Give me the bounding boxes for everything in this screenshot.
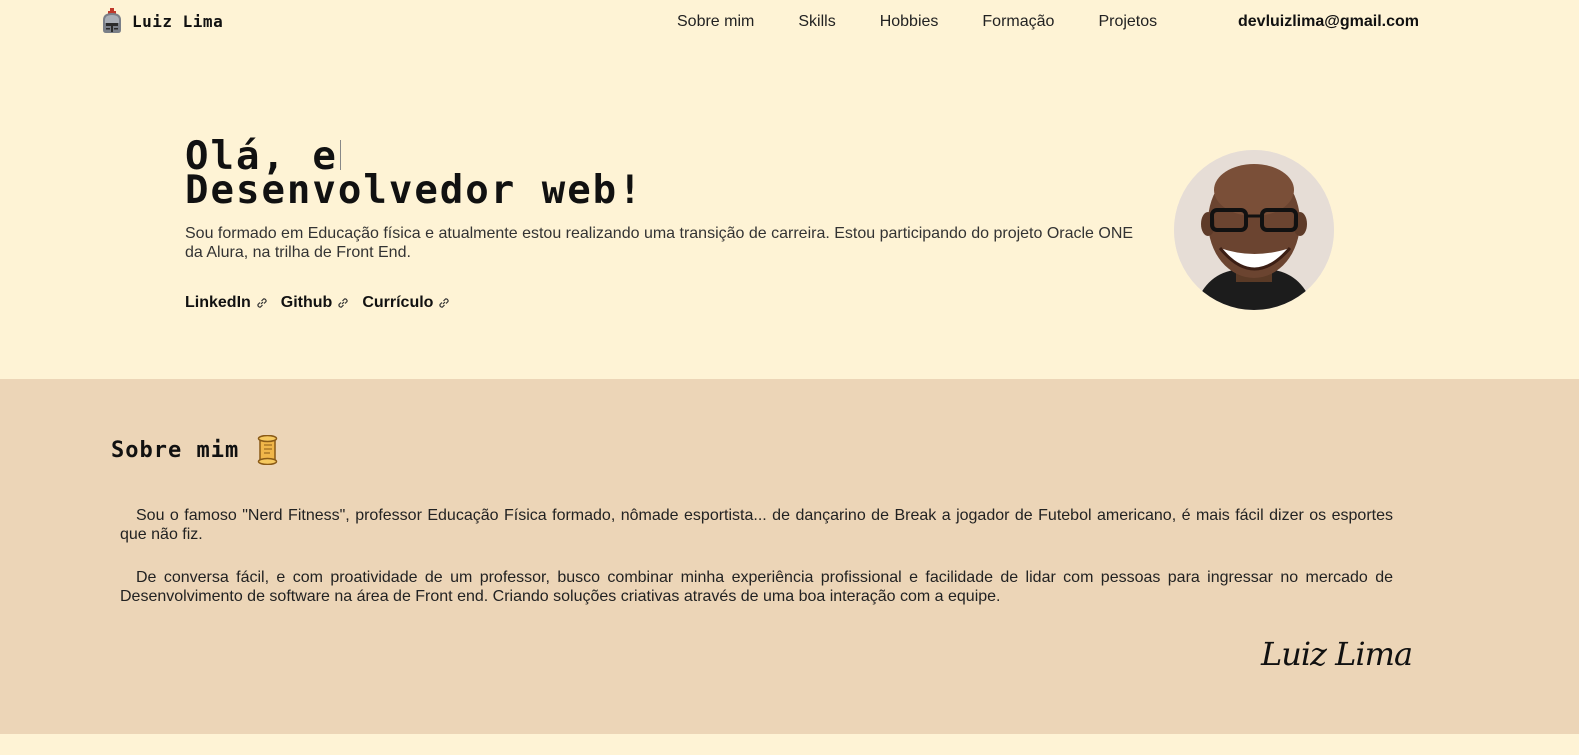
link-icon [338, 298, 348, 308]
nav-item-projetos[interactable]: Projetos [1098, 13, 1157, 31]
nav-item-hobbies[interactable]: Hobbies [880, 13, 939, 31]
curriculo-link[interactable]: Currículo [362, 294, 451, 312]
logo-text: Luiz Lima [132, 11, 224, 31]
nav-item-sobre-mim[interactable]: Sobre mim [677, 13, 754, 31]
social-links: LinkedIn Github Currículo [185, 294, 451, 312]
curriculo-label: Currículo [362, 294, 434, 311]
profile-photo-illustration [1174, 150, 1334, 310]
email-link[interactable]: devluizlima@gmail.com [1238, 13, 1419, 31]
about-heading: Sobre mim [111, 435, 281, 465]
about-title: Sobre mim [111, 437, 240, 463]
profile-photo [1174, 150, 1334, 310]
github-label: Github [280, 294, 333, 311]
hero-title-line2: Desenvolvedor web! [185, 168, 644, 213]
link-icon [439, 298, 450, 308]
nav-item-skills[interactable]: Skills [798, 13, 835, 31]
hero-section: Olá, e Desenvolvedor web! Sou formado em… [0, 46, 1579, 379]
knight-helmet-icon [103, 8, 121, 33]
scroll-icon [257, 435, 278, 465]
about-section: Sobre mim Sou o famoso "Nerd Fitness", p… [0, 379, 1579, 734]
main-nav: Sobre mim Skills Hobbies Formação Projet… [677, 13, 1157, 31]
hero-title: Olá, e Desenvolvedor web! [185, 137, 644, 210]
site-header: Luiz Lima Sobre mim Skills Hobbies Forma… [0, 0, 1579, 46]
nav-item-formacao[interactable]: Formação [982, 13, 1054, 31]
signature: Luiz Lima [1261, 635, 1413, 673]
logo-link[interactable]: Luiz Lima [100, 8, 223, 34]
linkedin-label: LinkedIn [185, 294, 251, 311]
about-paragraph-1: Sou o famoso "Nerd Fitness", professor E… [120, 507, 1393, 543]
typing-cursor [339, 140, 341, 170]
linkedin-link[interactable]: LinkedIn [185, 294, 269, 312]
github-link[interactable]: Github [281, 294, 351, 312]
about-paragraph-2: De conversa fácil, e com proatividade de… [120, 569, 1393, 605]
link-icon [257, 298, 267, 308]
hero-description: Sou formado em Educação física e atualme… [185, 225, 1134, 261]
